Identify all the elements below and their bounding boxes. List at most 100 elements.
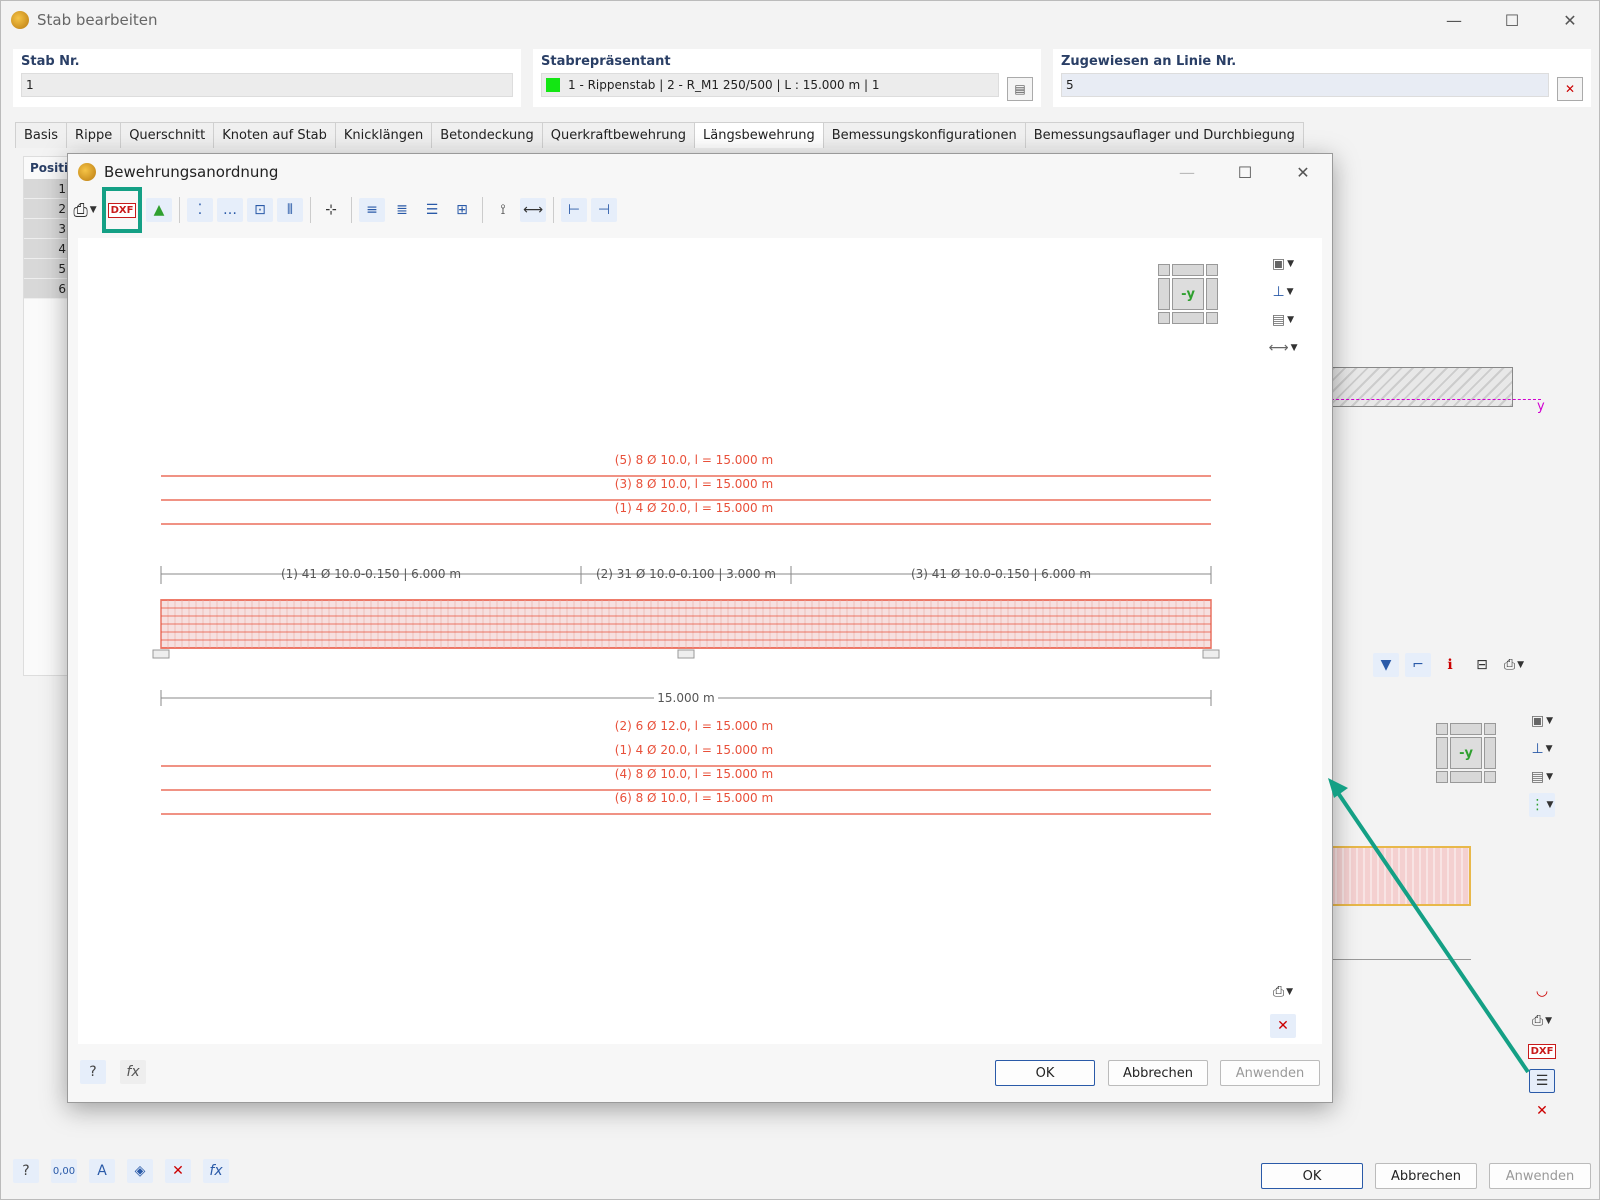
tab-2[interactable]: Querschnitt: [120, 122, 214, 148]
print-dropdown-icon[interactable]: ⎙▼: [1501, 653, 1527, 677]
dots-bottom-icon[interactable]: …: [217, 198, 243, 222]
dxf-icon: DXF: [108, 203, 137, 218]
linie-field[interactable]: 5: [1061, 73, 1549, 97]
reset-icon[interactable]: ✕: [165, 1159, 191, 1183]
tab-8[interactable]: Bemessungskonfigurationen: [823, 122, 1026, 148]
tab-5[interactable]: Betondeckung: [431, 122, 542, 148]
stirrups-icon[interactable]: ⦀: [277, 198, 303, 222]
repr-field[interactable]: 1 - Rippenstab | 2 - R_M1 250/500 | L : …: [541, 73, 999, 97]
align-middle-icon[interactable]: ≣: [389, 198, 415, 222]
dots-top-icon[interactable]: ⁚: [187, 198, 213, 222]
dialog-cancel-button[interactable]: Abbrechen: [1108, 1060, 1208, 1086]
zoom-reset-icon[interactable]: ✕: [1529, 1099, 1555, 1123]
deflection-icon[interactable]: ◡: [1529, 979, 1555, 1003]
stab-nr-group: Stab Nr. 1: [13, 49, 521, 107]
linie-label: Zugewiesen an Linie Nr.: [1053, 49, 1591, 73]
dim-vertical-icon[interactable]: ⟟: [490, 198, 516, 222]
elevation-dim-line: [1321, 959, 1471, 960]
outer-top-toolbar: ▼ ⌐ ℹ ⊟ ⎙▼: [1373, 653, 1527, 677]
close-icon[interactable]: ✕: [1541, 1, 1599, 39]
group-icon[interactable]: ⊞: [449, 198, 475, 222]
dialog-minimize-icon[interactable]: —: [1158, 154, 1216, 190]
canvas-zoom-reset-icon[interactable]: ✕: [1270, 1014, 1296, 1038]
tab-3[interactable]: Knoten auf Stab: [213, 122, 336, 148]
top-bar-label: (1) 4 Ø 20.0, l = 15.000 m: [615, 501, 773, 515]
y-axis-line: [1331, 399, 1541, 400]
stirrup-label: (2) 31 Ø 10.0-0.100 | 3.000 m: [596, 567, 776, 581]
tab-7[interactable]: Längsbewehrung: [694, 122, 824, 148]
stirrup-label: (3) 41 Ø 10.0-0.150 | 6.000 m: [911, 567, 1091, 581]
dialog-app-icon: [78, 163, 96, 181]
dim-horizontal-icon[interactable]: ⟷: [520, 198, 546, 222]
dialog-ok-button[interactable]: OK: [995, 1060, 1095, 1086]
axis-icon[interactable]: ⌐: [1405, 653, 1431, 677]
tab-6[interactable]: Querkraftbewehrung: [542, 122, 695, 148]
outer-cancel-button[interactable]: Abbrechen: [1375, 1163, 1477, 1189]
edit-icon: ▤: [1014, 82, 1025, 96]
dialog-titlebar: Bewehrungsanordnung — ☐ ✕: [68, 154, 1332, 190]
rebar-arrangement-icon[interactable]: ☰: [1529, 1069, 1555, 1093]
canvas-print-icon[interactable]: ⎙▼: [1270, 980, 1296, 1004]
dxf-export-button[interactable]: DXF: [102, 187, 142, 233]
minimize-icon[interactable]: —: [1425, 1, 1483, 39]
bottom-bar-label: (2) 6 Ø 12.0, l = 15.000 m: [615, 719, 773, 733]
align-top-icon[interactable]: ≡: [359, 198, 385, 222]
help-icon[interactable]: ?: [13, 1159, 39, 1183]
axis-view-icon[interactable]: ⊥▼: [1529, 737, 1555, 761]
drawing-canvas[interactable]: -y ▣▼ ⊥▼ ▤▼ ⟷▼ (5) 8 Ø 10.0, l = 15.000 …: [78, 238, 1322, 1044]
outer-view-cube[interactable]: -y: [1436, 723, 1496, 783]
position-row[interactable]: 3: [24, 219, 72, 239]
axes-icon[interactable]: ⊹: [318, 198, 344, 222]
outer-side-toolbar: ◡ ⎙▼ DXF ☰ ✕: [1529, 979, 1555, 1123]
outer-apply-button[interactable]: Anwenden: [1489, 1163, 1591, 1189]
dialog-title: Bewehrungsanordnung: [104, 163, 278, 181]
scale-icon[interactable]: ⊟: [1469, 653, 1495, 677]
text-icon[interactable]: A: [89, 1159, 115, 1183]
support-right: [1203, 650, 1219, 658]
window-title: Stab bearbeiten: [37, 11, 158, 29]
info-icon[interactable]: ℹ: [1437, 653, 1463, 677]
position-row[interactable]: 6: [24, 279, 72, 299]
length-right-icon[interactable]: ⊣: [591, 198, 617, 222]
render-icon[interactable]: ▲: [146, 198, 172, 222]
stab-nr-field[interactable]: 1: [21, 73, 513, 97]
length-left-icon[interactable]: ⊢: [561, 198, 587, 222]
position-row[interactable]: 1: [24, 179, 72, 199]
pick-cursor-icon: ✕: [1565, 82, 1575, 96]
dxf-export-icon[interactable]: DXF: [1529, 1039, 1555, 1063]
rebar-drawing: (5) 8 Ø 10.0, l = 15.000 m(3) 8 Ø 10.0, …: [78, 238, 1322, 1044]
filter-icon[interactable]: ▼: [1373, 653, 1399, 677]
position-row[interactable]: 5: [24, 259, 72, 279]
dialog-help-icon[interactable]: ?: [80, 1060, 106, 1084]
iso-view-icon[interactable]: ▣▼: [1529, 709, 1555, 733]
align-bottom-icon[interactable]: ☰: [419, 198, 445, 222]
outer-ok-button[interactable]: OK: [1261, 1163, 1363, 1189]
decimal-icon[interactable]: 0,00: [51, 1159, 77, 1183]
dialog-footer: ? fx OK Abbrechen Anwenden: [68, 1046, 1332, 1102]
app-icon: [11, 11, 29, 29]
section-icon[interactable]: ⊡: [247, 198, 273, 222]
color-swatch: [546, 78, 560, 92]
dialog-maximize-icon[interactable]: ☐: [1216, 154, 1274, 190]
print-icon[interactable]: ⎙▼: [1529, 1009, 1555, 1033]
tab-1[interactable]: Rippe: [66, 122, 121, 148]
maximize-icon[interactable]: ☐: [1483, 1, 1541, 39]
dialog-apply-button[interactable]: Anwenden: [1220, 1060, 1320, 1086]
tab-9[interactable]: Bemessungsauflager und Durchbiegung: [1025, 122, 1304, 148]
tab-0[interactable]: Basis: [15, 122, 67, 148]
layer-view-icon[interactable]: ▤▼: [1529, 765, 1555, 789]
formula-icon[interactable]: fx: [203, 1159, 229, 1183]
dialog-toolbar: ⎙▼ DXF ▲ ⁚ … ⊡ ⦀ ⊹ ≡ ≣ ☰ ⊞ ⟟ ⟷ ⊢ ⊣: [72, 192, 617, 228]
position-row[interactable]: 2: [24, 199, 72, 219]
position-row[interactable]: 4: [24, 239, 72, 259]
stirrup-label: (1) 41 Ø 10.0-0.150 | 6.000 m: [281, 567, 461, 581]
main-titlebar: Stab bearbeiten — ☐ ✕: [1, 1, 1599, 39]
print-dropdown-icon[interactable]: ⎙▼: [72, 198, 98, 222]
edit-repr-button[interactable]: ▤: [1007, 77, 1033, 101]
dialog-formula-icon[interactable]: fx: [120, 1060, 146, 1084]
dialog-close-icon[interactable]: ✕: [1274, 154, 1332, 190]
pick-line-button[interactable]: ✕: [1557, 77, 1583, 101]
tab-4[interactable]: Knicklängen: [335, 122, 432, 148]
rebar-display-icon[interactable]: ⋮▼: [1529, 793, 1555, 817]
view-icon[interactable]: ◈: [127, 1159, 153, 1183]
